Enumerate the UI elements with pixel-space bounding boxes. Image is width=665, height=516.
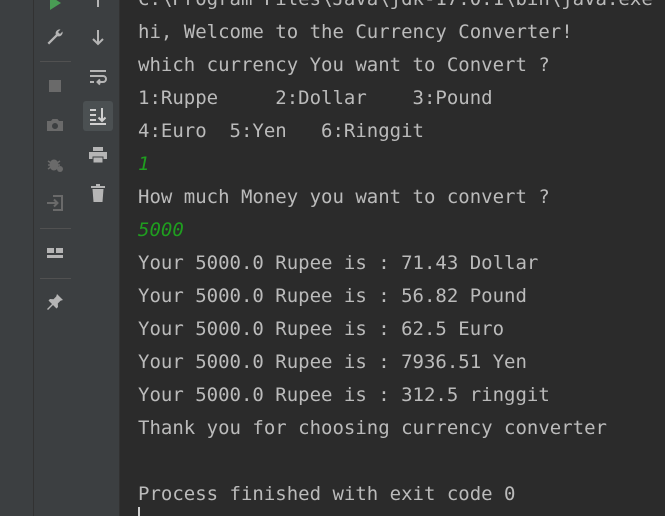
pin-icon[interactable]	[40, 287, 70, 317]
down-arrow-icon[interactable]	[83, 23, 113, 53]
console-line: C:\Program Files\Java\jdk-17.0.1\bin\jav…	[138, 0, 653, 11]
run-tool-window: C:\Program Files\Java\jdk-17.0.1\bin\jav…	[0, 0, 665, 516]
console-line: hi, Welcome to the Currency Converter!	[138, 21, 573, 43]
run-toolbar-right	[77, 0, 120, 516]
console-line: Thank you for choosing currency converte…	[138, 417, 607, 439]
console-line: Your 5000.0 Rupee is : 312.5 ringgit	[138, 384, 550, 406]
console-line: Your 5000.0 Rupee is : 62.5 Euro	[138, 318, 505, 340]
console-line: 1:Ruppe 2:Dollar 3:Pound	[138, 87, 493, 109]
stop-icon[interactable]	[40, 71, 70, 101]
console-user-input: 1	[138, 153, 150, 175]
toolbar-separator	[40, 278, 71, 279]
text-caret	[138, 507, 140, 516]
run-icon[interactable]	[40, 0, 70, 18]
soft-wrap-icon[interactable]	[83, 62, 113, 92]
run-toolbar-left	[34, 0, 77, 516]
toolbar-separator	[40, 228, 71, 229]
console-line: Process finished with exit code 0	[138, 483, 516, 505]
console-user-input: 5000	[138, 219, 184, 241]
up-arrow-icon[interactable]	[83, 0, 113, 14]
console-line: which currency You want to Convert ?	[138, 54, 550, 76]
console-line: Your 5000.0 Rupee is : 7936.51 Yen	[138, 351, 527, 373]
console-line: Your 5000.0 Rupee is : 56.82 Pound	[138, 285, 527, 307]
camera-icon[interactable]	[40, 110, 70, 140]
layout-icon[interactable]	[40, 238, 70, 268]
toolbar-separator	[40, 61, 71, 62]
debug-bug-icon[interactable]	[40, 149, 70, 179]
console-output[interactable]: C:\Program Files\Java\jdk-17.0.1\bin\jav…	[120, 0, 665, 516]
console-line: How much Money you want to convert ?	[138, 186, 550, 208]
left-edge-strip	[0, 0, 34, 516]
console-line: Your 5000.0 Rupee is : 71.43 Dollar	[138, 252, 539, 274]
exit-icon[interactable]	[40, 188, 70, 218]
console-line: 4:Euro 5:Yen 6:Ringgit	[138, 120, 424, 142]
scroll-to-end-icon[interactable]	[83, 101, 113, 131]
trash-icon[interactable]	[83, 178, 113, 208]
print-icon[interactable]	[83, 140, 113, 170]
wrench-icon[interactable]	[40, 22, 70, 52]
